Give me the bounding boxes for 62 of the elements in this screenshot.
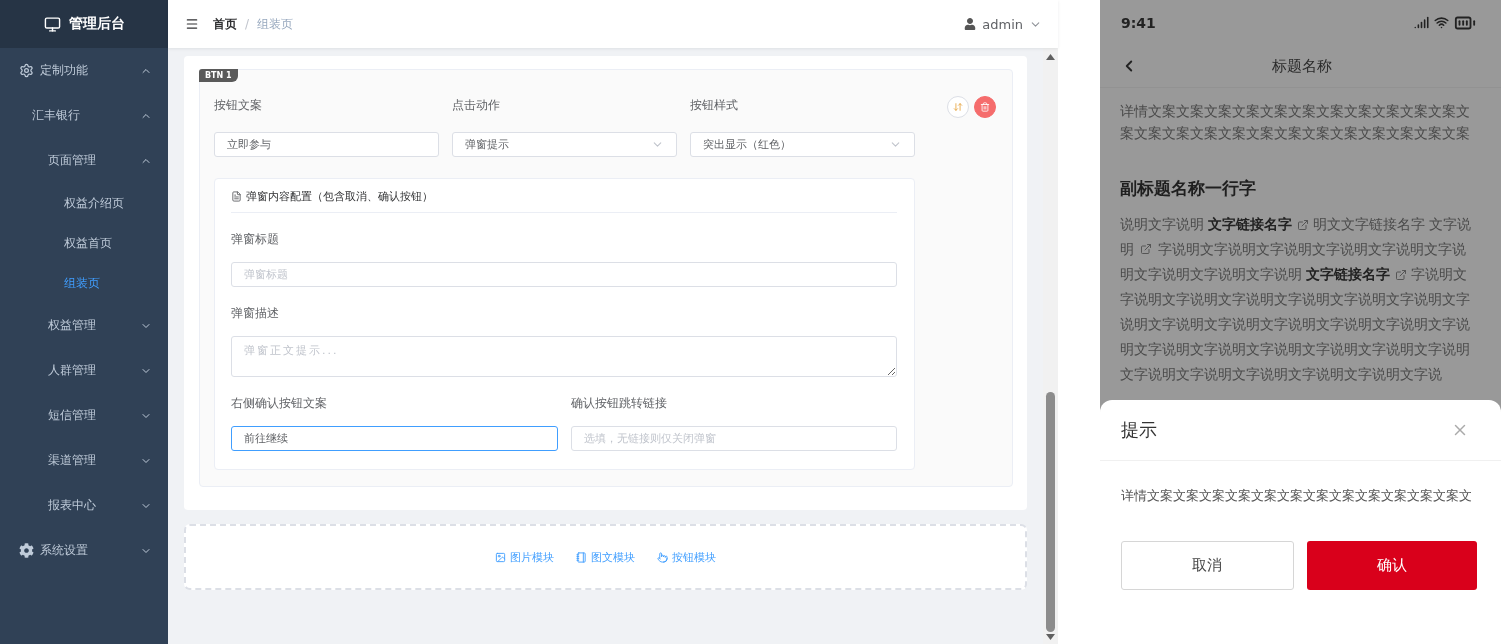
breadcrumb-item[interactable]: 首页 bbox=[213, 15, 237, 33]
scrollbar-thumb[interactable] bbox=[1046, 392, 1055, 632]
text-link[interactable]: 文字链接名字 bbox=[1208, 212, 1309, 237]
document-icon bbox=[231, 191, 242, 202]
external-link-icon bbox=[1395, 268, 1407, 281]
sort-icon bbox=[953, 102, 963, 112]
select-field[interactable]: 突出显示（红色） bbox=[690, 132, 915, 157]
menu-icon[interactable] bbox=[185, 17, 199, 31]
text-link[interactable]: 文字链接名字 bbox=[1306, 262, 1407, 287]
pointer-icon bbox=[657, 551, 668, 563]
field-label: 按钮文案 bbox=[214, 97, 263, 114]
body-paragraph: 说明文字说明 文字链接名字 明文文字链接名字 文字说明 字说明文字说明文字说明文字说明文字说明文字说明文字说明文字说明文字说明 文字链接名字 字说明文字说明文字说明文字说明文字说明文字说明文字说明文字说明文字说明文字说明文字说明文字说明文字说明文字说明文字说明文字说明文字说明文字说明文字说明文字说明文字说明文字说明文字说明文字说明文字说明文字说 bbox=[1120, 212, 1478, 387]
menu-item[interactable]: 权益首页 bbox=[0, 223, 168, 263]
external-link-icon[interactable] bbox=[1140, 243, 1152, 255]
monitor-icon bbox=[43, 15, 61, 33]
notebook-icon bbox=[576, 551, 587, 563]
menu-item[interactable]: 渠道管理 bbox=[0, 438, 168, 483]
external-link-icon bbox=[1297, 218, 1309, 231]
field-label: 弹窗标题 bbox=[231, 231, 280, 248]
menu-item[interactable]: 人群管理 bbox=[0, 348, 168, 393]
field-label: 按钮样式 bbox=[690, 97, 739, 114]
image-icon bbox=[495, 551, 506, 563]
menu-item[interactable]: 系统设置 bbox=[0, 528, 168, 573]
field-label: 确认按钮跳转链接 bbox=[570, 395, 668, 412]
breadcrumb-separator: / bbox=[245, 17, 250, 31]
select-field[interactable]: 弹窗提示 bbox=[452, 132, 677, 157]
scrollbar[interactable] bbox=[1043, 48, 1058, 644]
dialog-message: 详情文案文案文案文案文案文案文案文案文案文案文案文案文 bbox=[1121, 487, 1473, 505]
signal-icon bbox=[1414, 15, 1429, 30]
confirm-button[interactable]: 确认 bbox=[1306, 541, 1477, 590]
logo-text: 管理后台 bbox=[68, 15, 125, 33]
menu-item[interactable]: 页面管理 bbox=[0, 138, 168, 183]
wifi-icon bbox=[1434, 15, 1449, 30]
input-field[interactable]: 立即参与 bbox=[214, 132, 439, 157]
menu-item[interactable]: 权益管理 bbox=[0, 303, 168, 348]
menu-item[interactable]: 权益介绍页 bbox=[0, 183, 168, 223]
gear-icon bbox=[19, 63, 34, 78]
cancel-button[interactable]: 取消 bbox=[1121, 541, 1294, 590]
input-field[interactable]: 前往继续 bbox=[231, 426, 558, 451]
button-tag: BTN 1 bbox=[199, 69, 238, 82]
user-menu[interactable]: admin bbox=[964, 16, 1042, 32]
trash-icon bbox=[980, 102, 990, 112]
menu-item[interactable]: 短信管理 bbox=[0, 393, 168, 438]
status-time: 9:41 bbox=[1121, 14, 1156, 31]
menu-item[interactable]: 报表中心 bbox=[0, 483, 168, 528]
field-label: 点击动作 bbox=[452, 97, 501, 114]
delete-button[interactable] bbox=[974, 96, 996, 118]
gear-icon bbox=[19, 543, 34, 558]
section-title: 弹窗内容配置（包含取消、确认按钮） bbox=[246, 189, 433, 204]
menu-item[interactable]: 汇丰银行 bbox=[0, 93, 168, 138]
field-label: 右侧确认按钮文案 bbox=[231, 395, 328, 412]
page-title: 标题名称 bbox=[1270, 56, 1333, 76]
scroll-down-icon[interactable] bbox=[1046, 634, 1055, 640]
scroll-up-icon[interactable] bbox=[1046, 54, 1055, 60]
field-label: 弹窗描述 bbox=[231, 305, 280, 322]
menu-item[interactable]: 定制功能 bbox=[0, 48, 168, 93]
menu-item[interactable]: 组装页 bbox=[0, 263, 168, 303]
dialog-title: 提示 bbox=[1121, 418, 1157, 442]
user-icon bbox=[964, 18, 977, 30]
intro-text: 详情文案文案文案文案文案文案文案文案文案文案文案文案文案文案文案文案文案文案文案文案文案文案文案文案 bbox=[1120, 102, 1471, 143]
breadcrumb-item: 组装页 bbox=[257, 15, 294, 33]
subtitle: 副标题名称一行字 bbox=[1120, 177, 1257, 200]
